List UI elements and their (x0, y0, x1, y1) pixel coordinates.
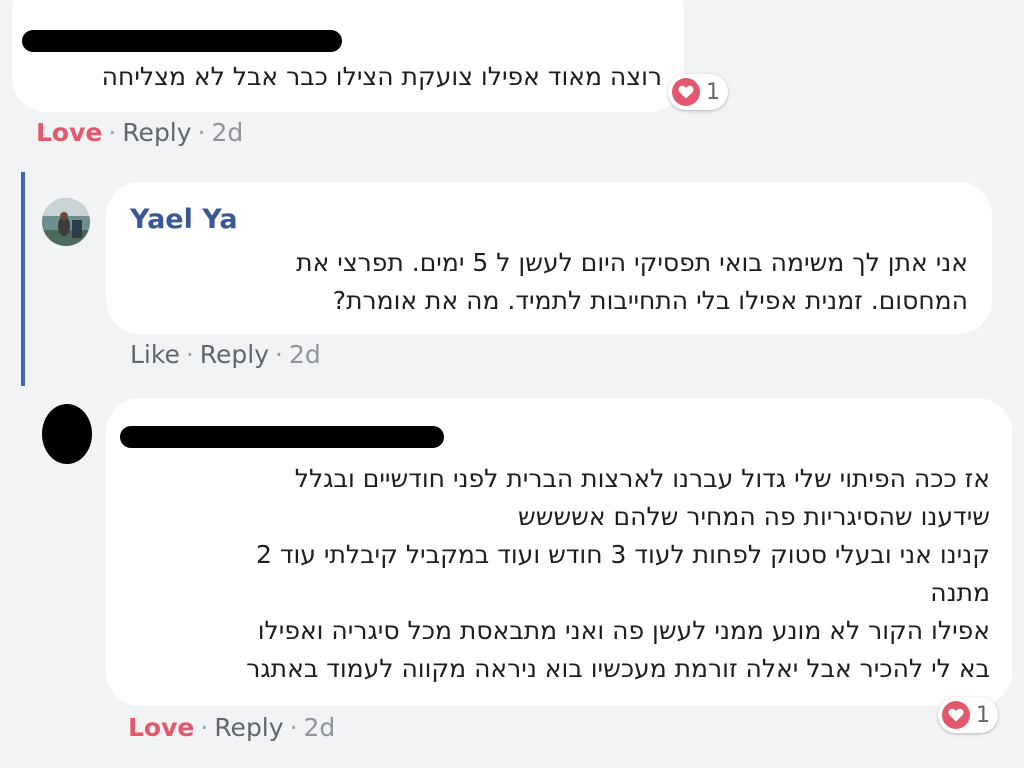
separator: · (275, 340, 283, 369)
reply-link[interactable]: Reply (122, 118, 191, 147)
reaction-count[interactable]: 1 (938, 697, 998, 733)
comment-actions: Love · Reply · 2d (36, 118, 243, 147)
reaction-number: 1 (706, 79, 720, 105)
heart-icon (942, 701, 970, 729)
separator: · (289, 713, 298, 742)
redacted-author-name (120, 426, 444, 448)
love-link[interactable]: Love (128, 713, 194, 742)
timestamp[interactable]: 2d (212, 118, 244, 147)
reply-link[interactable]: Reply (214, 713, 283, 742)
reaction-number: 1 (976, 702, 990, 728)
comment-text: אז ככה הפיתוי שלי גדול עברנו לארצות הברי… (246, 464, 990, 683)
separator: · (200, 713, 209, 742)
author-name[interactable]: Yael Ya (130, 204, 238, 235)
photo-avatar[interactable] (42, 198, 90, 246)
comment-text: אני אתן לך משימה בואי תפסיקי היום לעשן ל… (296, 248, 968, 315)
heart-icon (672, 78, 700, 106)
timestamp[interactable]: 2d (304, 713, 336, 742)
separator: · (108, 118, 117, 147)
redacted-author-name (22, 30, 342, 52)
reaction-count[interactable]: 1 (668, 74, 728, 110)
separator: · (185, 340, 194, 369)
reply-link[interactable]: Reply (200, 340, 269, 369)
comment-text: רוצה מאוד אפילו צועקת הצילו כבר אבל לא מ… (101, 62, 662, 91)
reply-thread-line (21, 172, 25, 386)
separator: · (197, 118, 206, 147)
redacted-avatar[interactable] (42, 404, 92, 464)
comment-actions: Love · Reply · 2d (128, 713, 335, 742)
timestamp[interactable]: 2d (289, 340, 321, 369)
love-link[interactable]: Love (36, 118, 102, 147)
comment-actions: Like · Reply · 2d (130, 340, 321, 369)
comment-thread: רוצה מאוד אפילו צועקת הצילו כבר אבל לא מ… (0, 0, 1024, 768)
like-link[interactable]: Like (130, 340, 180, 369)
